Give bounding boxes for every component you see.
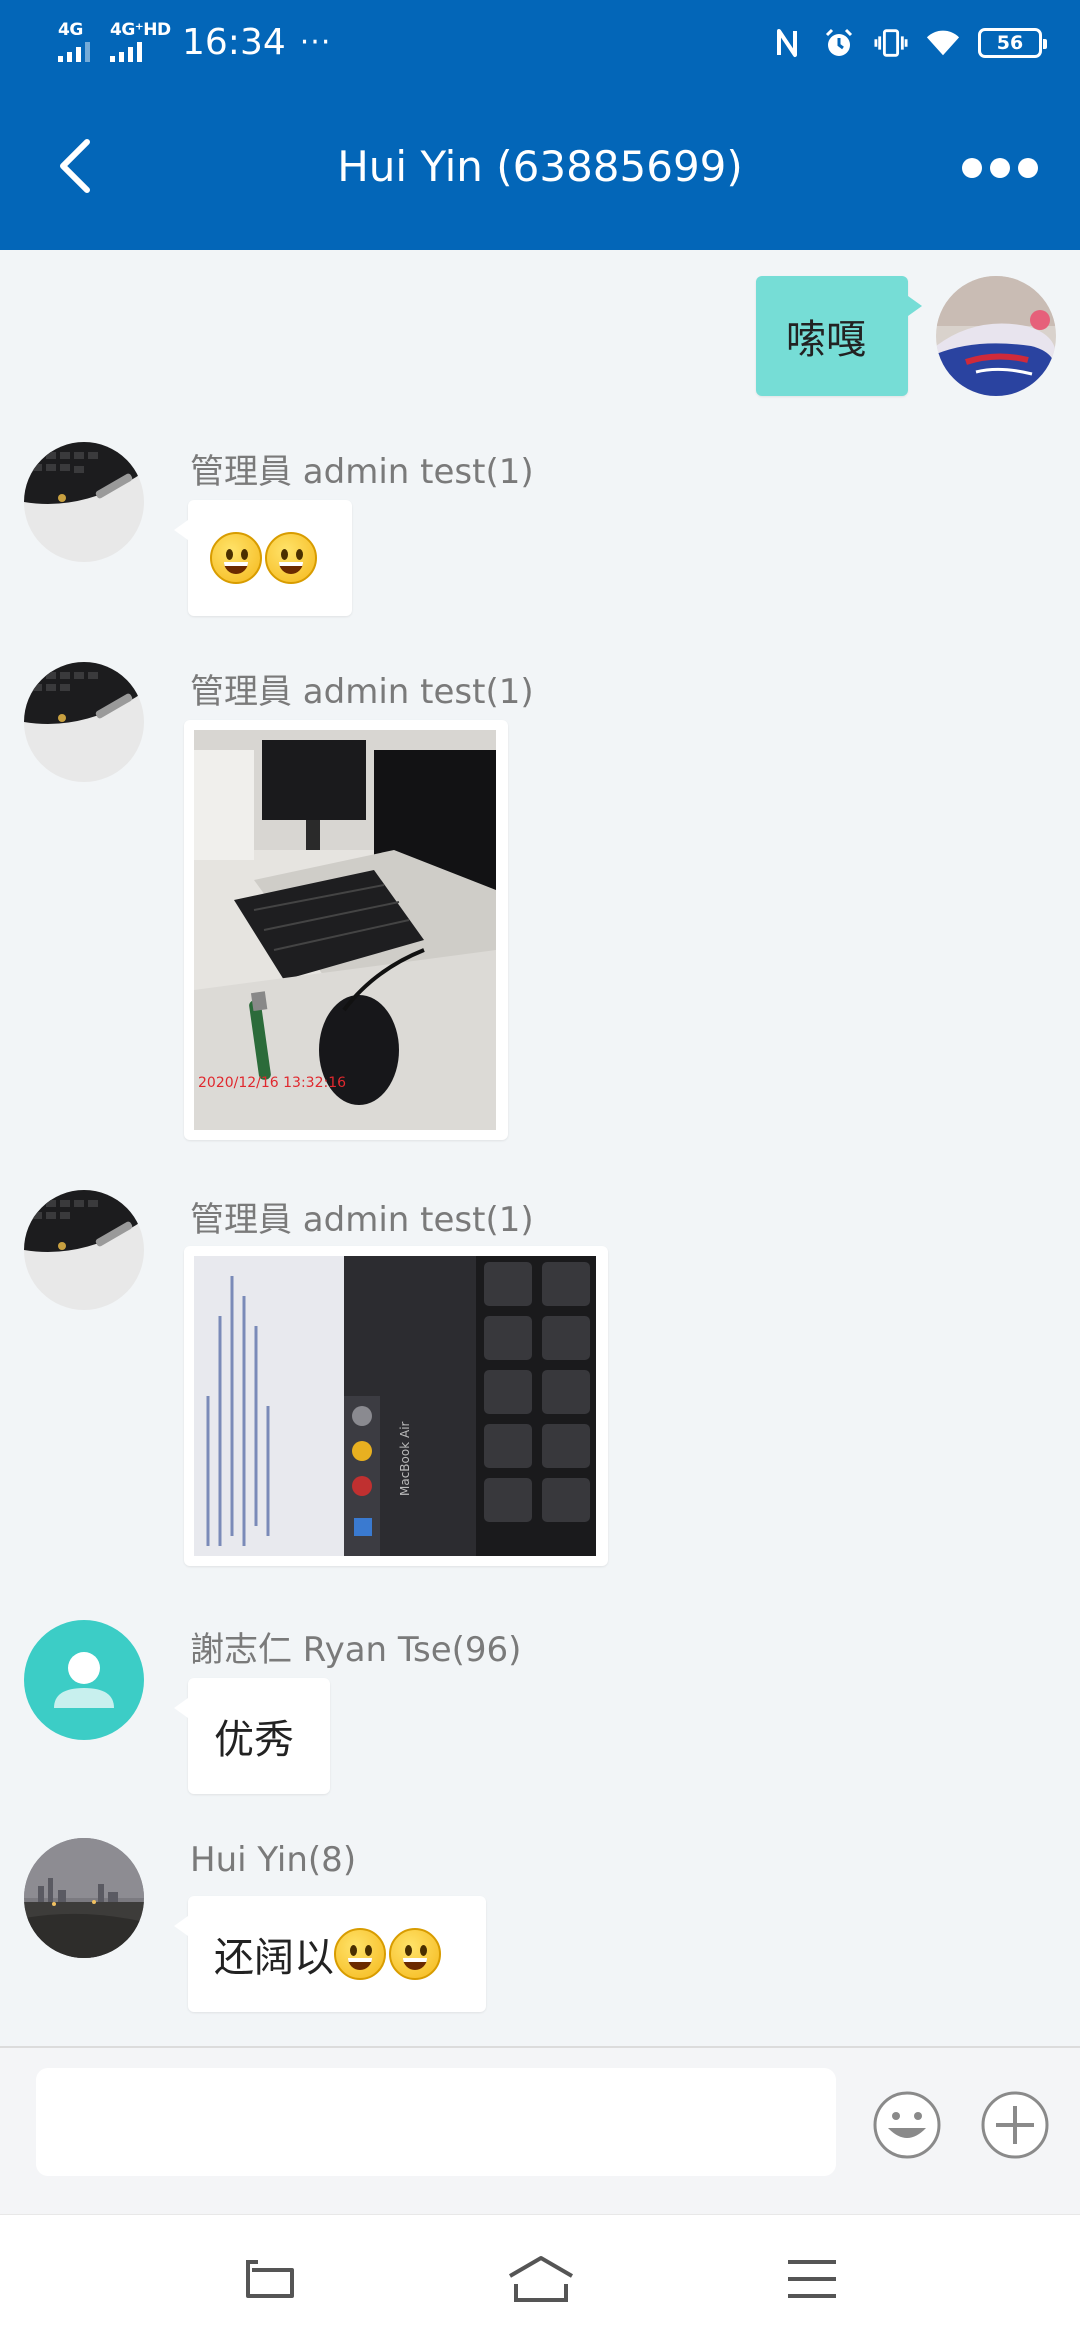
my-avatar[interactable]: [936, 276, 1056, 396]
home-icon: [508, 2256, 574, 2302]
message-text: 还阔以: [214, 1935, 334, 1981]
image-message[interactable]: 2020/12/16 13:32:16: [184, 720, 508, 1140]
network-2-label: 4G⁺HD: [110, 20, 171, 40]
message-list[interactable]: 嗦嘎 管理員 admin test(1) 管理員 admin test(1) 2…: [0, 250, 1080, 2046]
sender-name: 管理員 admin test(1): [190, 452, 534, 492]
more-options-button[interactable]: [956, 140, 1044, 196]
message-bubble[interactable]: 优秀: [174, 1678, 330, 1794]
message-input[interactable]: [36, 2068, 836, 2176]
status-right: 56: [770, 18, 1047, 68]
outgoing-message[interactable]: 嗦嘎: [756, 276, 922, 396]
back-button[interactable]: [40, 128, 110, 204]
nav-menu-button[interactable]: [782, 2251, 842, 2307]
nav-home-button[interactable]: [506, 2251, 576, 2307]
sender-avatar[interactable]: [24, 442, 144, 562]
svg-text:MacBook Air: MacBook Air: [398, 1421, 412, 1496]
add-attachment-button[interactable]: [980, 2090, 1050, 2160]
message-text: 优秀: [214, 1717, 294, 1763]
message-bubble[interactable]: 还阔以: [174, 1896, 486, 2012]
wifi-icon: [926, 26, 960, 60]
status-bar: 4G 4G⁺HD 16:34 ··· 56: [0, 0, 1080, 84]
battery-icon: 56: [978, 28, 1047, 58]
macbook-screen-photo: MacBook Air: [194, 1256, 596, 1556]
message-bubble[interactable]: [174, 500, 352, 616]
sender-avatar[interactable]: [24, 1838, 144, 1958]
more-dots-icon: [962, 158, 982, 178]
status-left: 4G 4G⁺HD 16:34 ···: [58, 14, 331, 70]
grinning-emoji-icon: [334, 1928, 386, 1980]
vibrate-icon: [874, 26, 908, 60]
signal-2: 4G⁺HD: [110, 20, 171, 62]
image-message[interactable]: MacBook Air: [184, 1246, 608, 1566]
signal-1: 4G: [58, 20, 98, 62]
back-arrow-icon: [246, 2260, 294, 2298]
alarm-icon: [822, 26, 856, 60]
emoji-button[interactable]: [872, 2090, 942, 2160]
composer-bar: [0, 2046, 1080, 2214]
more-notifications: ···: [299, 24, 332, 60]
grinning-emoji-icon: [210, 532, 262, 584]
menu-icon: [788, 2260, 836, 2298]
nfc-icon: [770, 26, 804, 60]
plus-icon: [981, 2091, 1049, 2159]
smiley-icon: [873, 2091, 941, 2159]
sender-name: 謝志仁 Ryan Tse(96): [190, 1630, 522, 1670]
sender-name: 管理員 admin test(1): [190, 1200, 534, 1240]
clock: 16:34: [182, 21, 286, 63]
chat-header: Hui Yin (63885699): [0, 84, 1080, 250]
chat-title: Hui Yin (63885699): [337, 142, 743, 191]
sender-avatar[interactable]: [24, 1190, 144, 1310]
grinning-emoji-icon: [265, 532, 317, 584]
sender-name: 管理員 admin test(1): [190, 672, 534, 712]
svg-text:2020/12/16 13:32:16: 2020/12/16 13:32:16: [198, 1075, 346, 1091]
desk-computer-photo: 2020/12/16 13:32:16: [194, 730, 496, 1130]
battery-level: 56: [996, 32, 1024, 54]
network-1-label: 4G: [58, 20, 83, 40]
message-text: 嗦嘎: [786, 317, 866, 363]
grinning-emoji-icon: [389, 1928, 441, 1980]
sender-avatar[interactable]: [24, 662, 144, 782]
system-nav-bar: [0, 2214, 1080, 2340]
person-icon: [54, 1652, 114, 1708]
sender-avatar[interactable]: [24, 1620, 144, 1740]
chevron-left-icon: [60, 139, 90, 193]
nav-back-button[interactable]: [240, 2251, 300, 2307]
sender-name: Hui Yin(8): [190, 1840, 357, 1880]
